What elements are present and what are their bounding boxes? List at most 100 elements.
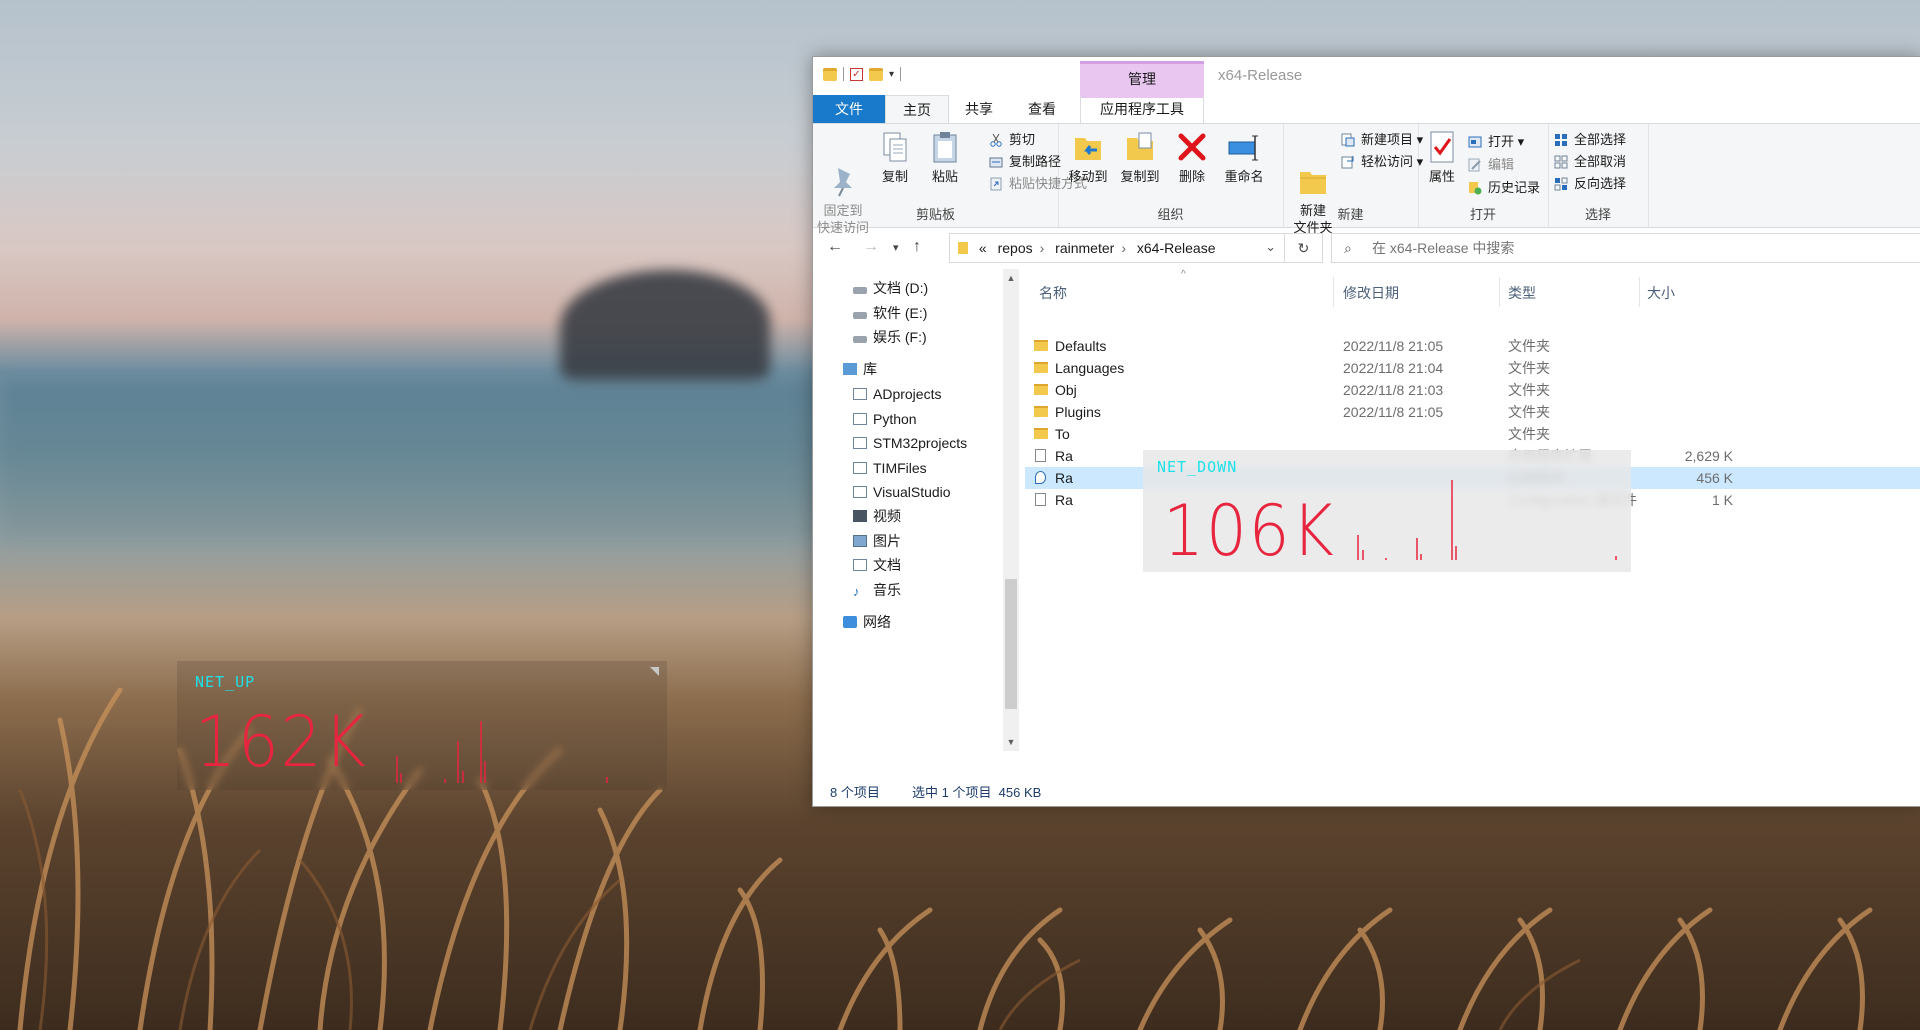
nav-drive-f[interactable]: 娱乐 (F:) <box>853 326 927 348</box>
back-arrow-icon[interactable]: ← <box>827 238 843 256</box>
history-icon <box>1469 182 1482 195</box>
tab-view[interactable]: 查看 <box>1009 95 1075 123</box>
edit-button[interactable]: 编辑 <box>1468 155 1514 175</box>
properties-qat-icon[interactable]: ✓ <box>850 67 863 81</box>
nav-library-stm32projects[interactable]: STM32projects <box>853 432 967 454</box>
tab-file[interactable]: 文件 <box>813 95 885 123</box>
properties-icon <box>1425 130 1459 164</box>
open-group-label: 打开 <box>1469 207 1496 222</box>
file-size: 1 K <box>1711 492 1733 508</box>
forward-arrow-icon[interactable]: → <box>863 238 879 256</box>
new-item-button[interactable]: 新建项目 ▾ <box>1341 130 1423 150</box>
move-to-button[interactable]: 移动到 <box>1062 130 1114 185</box>
copy-path-button[interactable]: 复制路径 <box>989 152 1061 172</box>
nav-library-timfiles[interactable]: TIMFiles <box>853 457 927 479</box>
net-up-widget[interactable]: NET_UP 162K <box>177 661 667 790</box>
column-divider[interactable] <box>1639 277 1640 307</box>
paste-button[interactable]: 粘贴 <box>919 130 971 185</box>
history-label: 历史记录 <box>1488 180 1541 195</box>
file-name: Obj <box>1055 382 1077 398</box>
table-row[interactable]: Defaults 2022/11/8 21:05 文件夹 <box>1025 335 1920 357</box>
nav-network[interactable]: 网络 <box>843 611 891 633</box>
column-header-modified[interactable]: 修改日期 <box>1343 283 1399 303</box>
nav-drive-e[interactable]: 软件 (E:) <box>853 302 927 324</box>
properties-button[interactable]: 属性 <box>1420 130 1464 185</box>
scroll-up-icon[interactable]: ▲ <box>1003 273 1019 283</box>
copy-to-button[interactable]: 复制到 <box>1114 130 1166 185</box>
move-to-icon <box>1071 130 1105 164</box>
select-none-button[interactable]: 全部取消 <box>1554 152 1626 172</box>
ribbon: 固定到 快速访问 复制 粘贴 剪切 复制路径 粘贴快捷方式 剪贴板 移动到 复制… <box>813 124 1920 235</box>
table-row[interactable]: Plugins 2022/11/8 21:05 文件夹 <box>1025 401 1920 423</box>
select-all-button[interactable]: 全部选择 <box>1554 130 1626 150</box>
table-row[interactable]: Obj 2022/11/8 21:03 文件夹 <box>1025 379 1920 401</box>
sort-ascending-icon: ^ <box>1181 269 1186 280</box>
refresh-button[interactable]: ↻ <box>1285 233 1323 263</box>
cut-button[interactable]: 剪切 <box>989 130 1035 150</box>
easy-access-button[interactable]: 轻松访问 ▾ <box>1341 152 1423 172</box>
scroll-down-icon[interactable]: ▼ <box>1003 737 1019 747</box>
nav-item-label: 娱乐 (F:) <box>873 329 927 345</box>
breadcrumb-rainmeter[interactable]: rainmeter <box>1055 240 1114 256</box>
net-down-widget[interactable]: NET_DOWN 106K <box>1143 450 1631 572</box>
tab-application-tools[interactable]: 应用程序工具 <box>1080 95 1204 123</box>
tab-home[interactable]: 主页 <box>885 95 949 123</box>
ribbon-tabs: 文件 主页 共享 查看 应用程序工具 <box>813 95 1920 124</box>
up-arrow-icon[interactable]: ↑ <box>913 238 921 256</box>
ribbon-group-open: 属性 打开 ▾ 编辑 历史记录 打开 <box>1418 124 1549 227</box>
nav-library-visualstudio[interactable]: VisualStudio <box>853 481 951 503</box>
recent-locations-chevron-icon[interactable]: ▾ <box>893 241 899 254</box>
customize-qat-arrow-icon[interactable]: ▾ <box>889 69 894 80</box>
invert-selection-icon <box>1554 177 1568 191</box>
search-box[interactable]: ⌕ <box>1331 233 1920 263</box>
tab-share[interactable]: 共享 <box>949 95 1009 123</box>
scrollbar-thumb[interactable] <box>1005 579 1017 709</box>
table-row[interactable]: Languages 2022/11/8 21:04 文件夹 <box>1025 357 1920 379</box>
rename-icon <box>1227 130 1261 164</box>
scissors-icon <box>990 133 1002 147</box>
new-folder-icon <box>1296 147 1330 194</box>
nav-library-documents[interactable]: 文档 <box>853 554 901 576</box>
organize-group-label: 组织 <box>1157 207 1184 222</box>
table-row[interactable]: To 文件夹 <box>1025 423 1920 445</box>
column-header-name[interactable]: 名称 <box>1039 283 1067 303</box>
nav-library-music[interactable]: ♪ 音乐 <box>853 579 901 601</box>
new-folder-qat-icon[interactable] <box>869 67 883 81</box>
column-header-size[interactable]: 大小 <box>1647 283 1675 303</box>
title-bar: ✓ ▾ 管理 x64-Release <box>813 57 1920 98</box>
nav-drive-d[interactable]: 文档 (D:) <box>853 277 928 299</box>
nav-libraries[interactable]: 库 <box>843 358 877 380</box>
open-button[interactable]: 打开 ▾ <box>1468 132 1524 152</box>
rename-button[interactable]: 重命名 <box>1218 130 1270 185</box>
column-header-type[interactable]: 类型 <box>1508 283 1536 303</box>
select-none-icon <box>1554 155 1568 169</box>
invert-selection-button[interactable]: 反向选择 <box>1554 174 1626 194</box>
nav-library-videos[interactable]: 视频 <box>853 505 901 527</box>
search-input[interactable] <box>1370 239 1754 257</box>
nav-library-pictures[interactable]: 图片 <box>853 530 901 552</box>
properties-label: 属性 <box>1428 169 1455 184</box>
address-bar[interactable]: « repos › rainmeter › x64-Release ⌄ <box>949 233 1285 263</box>
history-button[interactable]: 历史记录 <box>1468 178 1540 198</box>
column-divider[interactable] <box>1333 277 1334 307</box>
nav-pane-scrollbar[interactable]: ▲ ▼ <box>1003 269 1019 751</box>
address-dropdown-icon[interactable]: ⌄ <box>1265 239 1276 255</box>
nav-library-adprojects[interactable]: ADprojects <box>853 383 941 405</box>
nav-library-python[interactable]: Python <box>853 408 917 430</box>
file-name: To <box>1055 426 1070 442</box>
column-divider[interactable] <box>1499 277 1500 307</box>
copy-path-icon <box>989 157 1003 168</box>
file-name: Ra <box>1055 492 1073 508</box>
paste-shortcut-icon <box>990 177 1002 191</box>
nav-item-label: 音乐 <box>873 582 901 598</box>
delete-button[interactable]: 删除 <box>1170 130 1214 185</box>
breadcrumb-x64-release[interactable]: x64-Release <box>1137 240 1216 256</box>
copy-button[interactable]: 复制 <box>869 130 921 185</box>
file-name: Ra <box>1055 470 1073 486</box>
edit-icon <box>1468 158 1481 172</box>
breadcrumb-repos[interactable]: repos <box>998 240 1033 256</box>
breadcrumb-overflow[interactable]: « <box>979 240 987 256</box>
copy-icon <box>878 130 912 164</box>
file-explorer-window[interactable]: ✓ ▾ 管理 x64-Release 文件 主页 共享 查看 应用程序工具 固定… <box>812 56 1920 807</box>
nav-item-label: 图片 <box>873 533 901 549</box>
